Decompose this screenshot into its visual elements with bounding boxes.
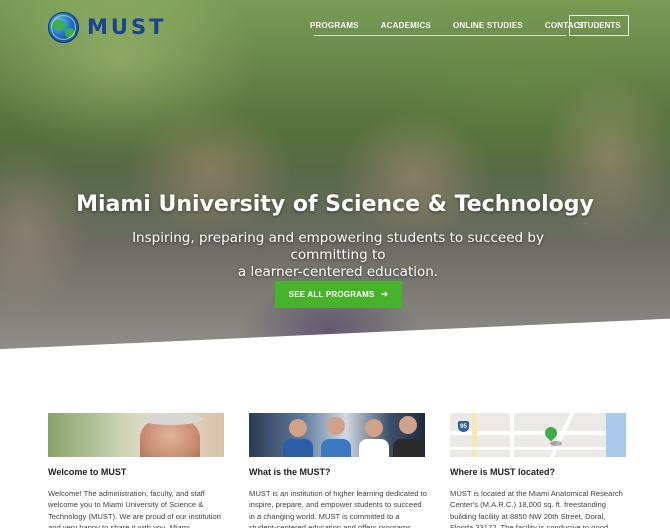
nav-item-programs[interactable]: PROGRAMS [310, 21, 359, 30]
card-title[interactable]: What is the MUST? [249, 467, 425, 477]
globe-logo-icon [48, 11, 79, 43]
students-photo [249, 413, 425, 457]
logo[interactable]: MUST [48, 11, 166, 43]
map-water [606, 413, 626, 457]
nav-divider [314, 35, 566, 36]
main-nav: PROGRAMS ACADEMICS ONLINE STUDIES CONTAC… [310, 15, 607, 36]
arrow-right-icon: ➜ [380, 289, 389, 299]
cta-label: SEE ALL PROGRAMS [288, 290, 375, 299]
nav-item-academics[interactable]: ACADEMICS [381, 21, 431, 30]
hero-subtitle-line-2: a learner-centered education. [237, 264, 439, 280]
interstate-shield-icon: 95 [458, 421, 469, 432]
see-all-programs-button[interactable]: SEE ALL PROGRAMS ➜ [275, 281, 402, 308]
card-location: 95 Where is MUST located? MUST is locate… [450, 413, 626, 528]
card-welcome: Welcome to MUST Welcome! The administrat… [48, 413, 224, 528]
students-button[interactable]: STUDENTS [569, 15, 629, 36]
card-text: MUST is an institution of higher learnin… [249, 489, 427, 528]
card-title[interactable]: Welcome to MUST [48, 467, 224, 477]
hero-subtitle-line-1: Inspiring, preparing and empowering stud… [132, 230, 544, 263]
card-text: MUST is located at the Miami Anatomical … [450, 489, 623, 528]
location-map[interactable]: 95 [450, 413, 626, 457]
card-what: What is the MUST? MUST is an institution… [249, 413, 427, 528]
hero-title: Miami University of Science & Technology [76, 192, 594, 217]
card-title[interactable]: Where is MUST located? [450, 467, 626, 477]
hero-overlay [0, 0, 670, 378]
hero-subtitle: Inspiring, preparing and empowering stud… [100, 230, 576, 281]
card-text: Welcome! The administration, faculty, an… [48, 489, 221, 528]
nav-item-online-studies[interactable]: ONLINE STUDIES [453, 21, 523, 30]
logo-text: MUST [87, 15, 167, 39]
welcome-photo [48, 413, 224, 457]
hero-banner: MUST PROGRAMS ACADEMICS ONLINE STUDIES C… [0, 0, 670, 378]
